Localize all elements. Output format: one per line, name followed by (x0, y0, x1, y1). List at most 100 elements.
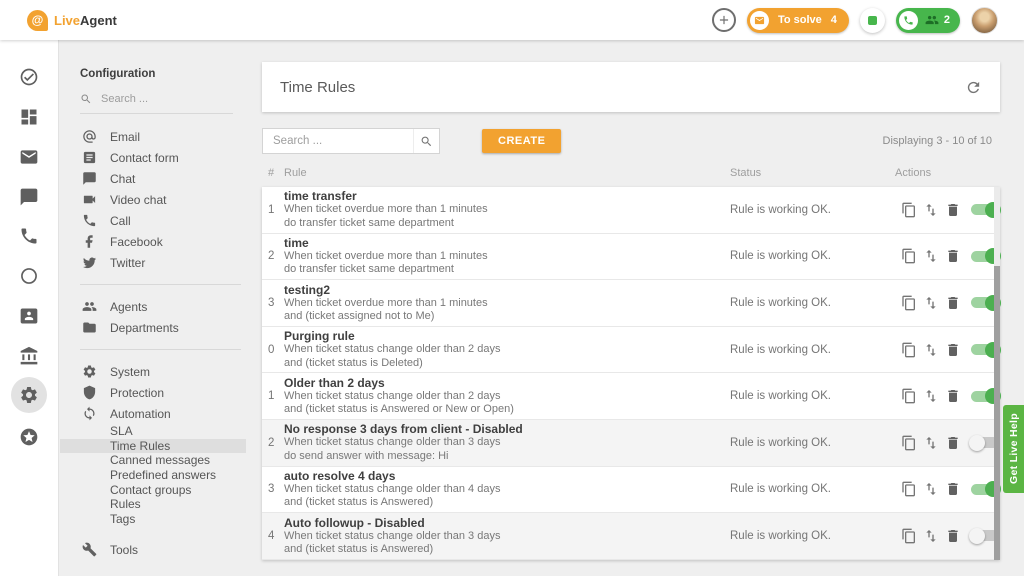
to-solve-button[interactable]: To solve 4 (747, 8, 849, 33)
sidebar-item-canned-messages[interactable]: Canned messages (60, 453, 246, 468)
rail-item-check-circle[interactable] (11, 59, 47, 95)
reorder-rule-button[interactable] (923, 295, 939, 311)
rule-title[interactable]: No response 3 days from client - Disable… (284, 422, 730, 436)
liveagent-logo[interactable]: @ LiveAgent (27, 10, 117, 31)
sidebar-item-tags[interactable]: Tags (60, 512, 246, 527)
reorder-rule-button[interactable] (923, 248, 939, 264)
sidebar-item-system[interactable]: System (60, 361, 246, 382)
scrollbar-thumb[interactable] (994, 266, 1000, 560)
delete-rule-button[interactable] (945, 388, 961, 404)
sidebar-item-facebook[interactable]: Facebook (60, 231, 246, 252)
rule-title[interactable]: time transfer (284, 189, 730, 203)
sidebar-item-automation[interactable]: Automation (60, 403, 246, 424)
sidebar-item-contact-groups[interactable]: Contact groups (60, 482, 246, 497)
sidebar-item-contact-form[interactable]: Contact form (60, 147, 246, 168)
sidebar-item-rules[interactable]: Rules (60, 497, 246, 512)
copy-rule-button[interactable] (901, 295, 917, 311)
copy-rule-button[interactable] (901, 435, 917, 451)
rule-status: Rule is working OK. (730, 297, 895, 309)
rule-title[interactable]: Older than 2 days (284, 376, 730, 390)
sidebar-item-protection[interactable]: Protection (60, 382, 246, 403)
wrench-icon (82, 542, 97, 557)
rule-actions (895, 342, 1000, 358)
videocam-icon (82, 192, 97, 207)
rule-cell: time transferWhen ticket overdue more th… (284, 189, 730, 230)
get-live-help-button[interactable]: Get Live Help (1003, 405, 1024, 493)
gear-icon (19, 385, 39, 405)
search-submit-button[interactable] (413, 129, 439, 153)
add-button[interactable] (712, 8, 736, 32)
rule-action: and (ticket status is Answered) (284, 496, 730, 509)
rules-table: 1time transferWhen ticket overdue more t… (262, 187, 1000, 560)
rule-title[interactable]: time (284, 236, 730, 250)
rule-title[interactable]: auto resolve 4 days (284, 469, 730, 483)
reorder-rule-button[interactable] (923, 202, 939, 218)
sidebar-item-predefined-answers[interactable]: Predefined answers (60, 468, 246, 483)
rail-item-gear[interactable] (11, 377, 47, 413)
table-scrollbar[interactable] (994, 187, 1000, 560)
gear-icon (82, 364, 97, 379)
reorder-rule-button[interactable] (923, 481, 939, 497)
copy-rule-button[interactable] (901, 342, 917, 358)
sidebar-item-video-chat[interactable]: Video chat (60, 189, 246, 210)
copy-rule-button[interactable] (901, 481, 917, 497)
rule-action: do transfer ticket same department (284, 217, 730, 230)
sidebar-item-twitter[interactable]: Twitter (60, 252, 246, 273)
sidebar-item-time-rules[interactable]: Time Rules (60, 439, 246, 454)
reorder-rule-button[interactable] (923, 435, 939, 451)
rail-item-phone[interactable] (11, 218, 47, 254)
rail-item-bank[interactable] (11, 338, 47, 374)
calls-button[interactable]: 2 (896, 8, 960, 33)
copy-rule-button[interactable] (901, 248, 917, 264)
rule-actions (895, 481, 1000, 497)
rule-status: Rule is working OK. (730, 390, 895, 402)
rule-row: 3auto resolve 4 daysWhen ticket status c… (262, 467, 1000, 514)
sidebar-nav: EmailContact formChatVideo chatCallFaceb… (60, 126, 246, 560)
sidebar-divider (80, 284, 241, 285)
delete-rule-button[interactable] (945, 295, 961, 311)
sidebar-item-tools[interactable]: Tools (60, 539, 246, 560)
rule-row: 0Purging ruleWhen ticket status change o… (262, 327, 1000, 374)
rail-item-ring[interactable] (11, 258, 47, 294)
rule-title[interactable]: Auto followup - Disabled (284, 516, 730, 530)
create-button[interactable]: CREATE (482, 129, 561, 153)
rule-title[interactable]: testing2 (284, 283, 730, 297)
icon-rail (0, 40, 59, 576)
rail-item-dashboard[interactable] (11, 99, 47, 135)
delete-rule-button[interactable] (945, 202, 961, 218)
reorder-rule-button[interactable] (923, 528, 939, 544)
delete-rule-button[interactable] (945, 342, 961, 358)
reorder-rule-button[interactable] (923, 388, 939, 404)
rail-item-chat[interactable] (11, 179, 47, 215)
sidebar-item-departments[interactable]: Departments (60, 317, 246, 338)
reorder-rule-button[interactable] (923, 342, 939, 358)
delete-rule-button[interactable] (945, 248, 961, 264)
sidebar-item-email[interactable]: Email (60, 126, 246, 147)
calls-count: 2 (944, 14, 950, 26)
rail-item-star[interactable] (11, 419, 47, 455)
envelope-icon (754, 15, 765, 26)
chat-icon (19, 187, 39, 207)
refresh-button[interactable] (965, 79, 982, 96)
delete-rule-button[interactable] (945, 528, 961, 544)
sidebar-item-sla[interactable]: SLA (60, 424, 246, 439)
rule-position: 2 (268, 250, 284, 262)
sidebar-search-field[interactable]: Search ... (80, 93, 233, 114)
chat-status-button[interactable] (860, 8, 885, 33)
rules-search-input[interactable] (263, 135, 413, 147)
sidebar-item-call[interactable]: Call (60, 210, 246, 231)
rule-condition: When ticket status change older than 3 d… (284, 436, 730, 449)
phone-badge (899, 11, 918, 30)
delete-rule-button[interactable] (945, 481, 961, 497)
delete-rule-button[interactable] (945, 435, 961, 451)
sidebar-item-agents[interactable]: Agents (60, 296, 246, 317)
rule-title[interactable]: Purging rule (284, 329, 730, 343)
refresh-icon (965, 79, 982, 96)
user-avatar[interactable] (971, 7, 998, 34)
copy-rule-button[interactable] (901, 528, 917, 544)
rail-item-mail[interactable] (11, 139, 47, 175)
copy-rule-button[interactable] (901, 388, 917, 404)
rail-item-contact-card[interactable] (11, 298, 47, 334)
copy-rule-button[interactable] (901, 202, 917, 218)
sidebar-item-chat[interactable]: Chat (60, 168, 246, 189)
